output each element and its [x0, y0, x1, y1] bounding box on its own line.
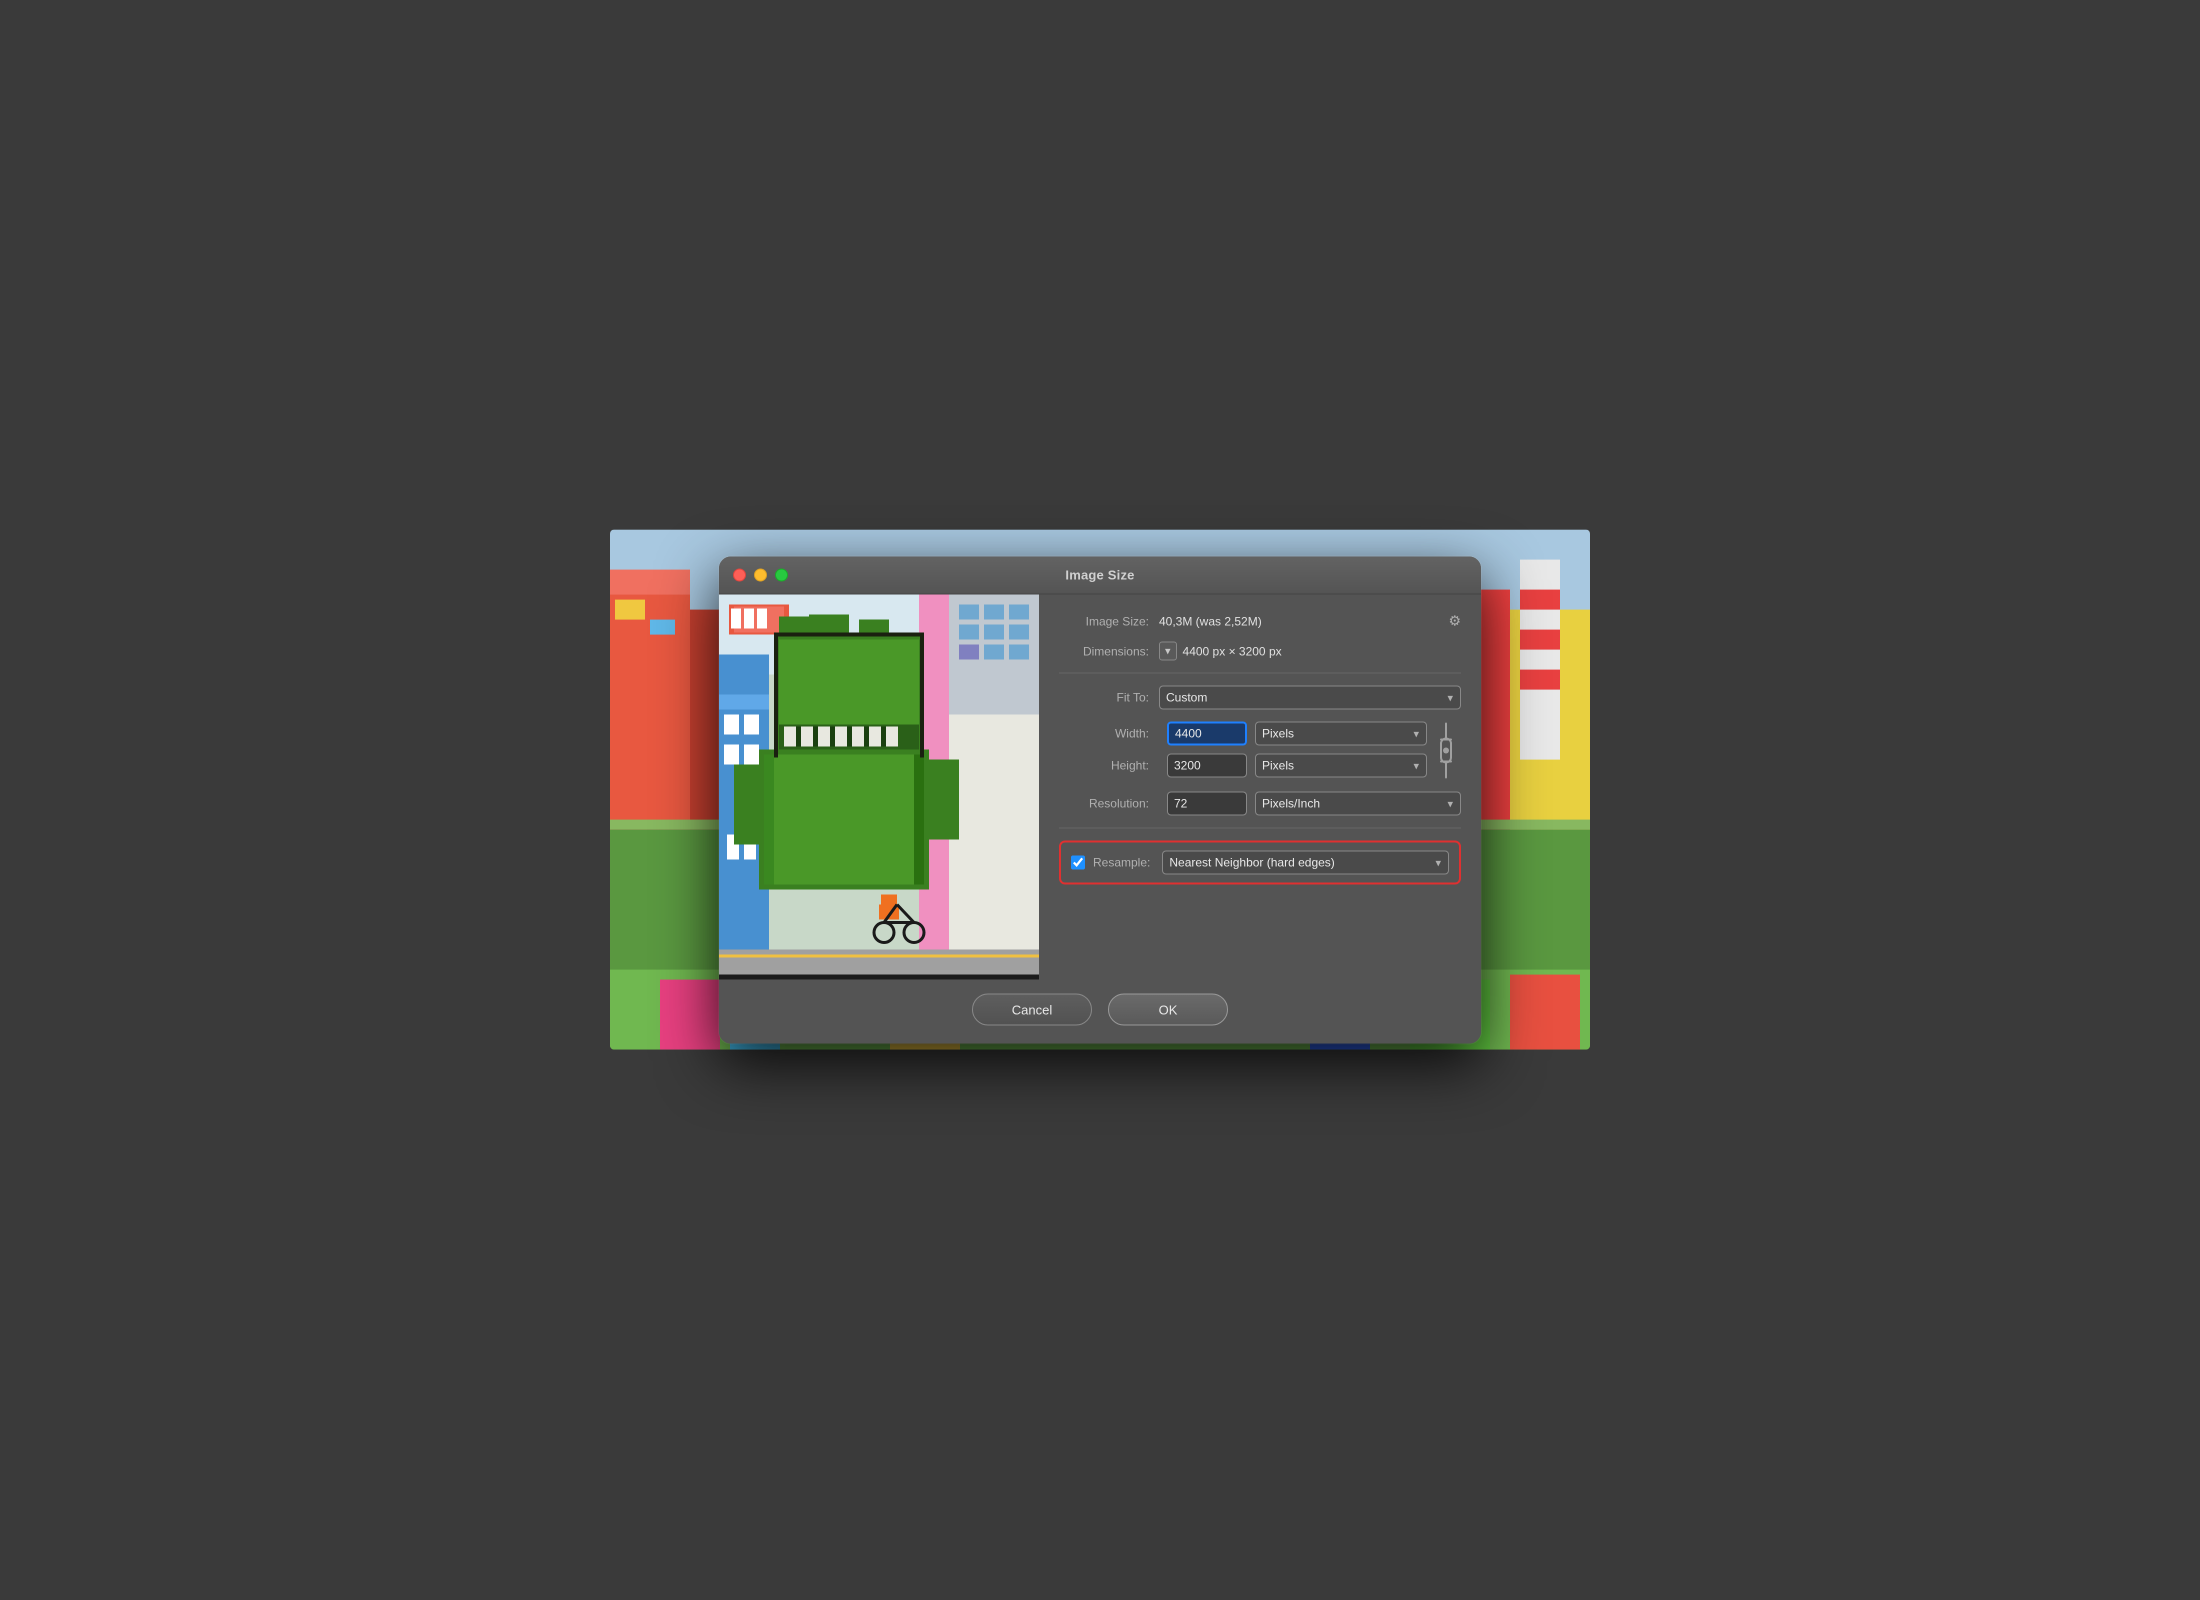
image-size-row: Image Size: 40,3M (was 2,52M) ⚙ — [1059, 613, 1461, 630]
dimensions-row: Dimensions: ▾ 4400 px × 3200 px — [1059, 642, 1461, 661]
image-size-label: Image Size: — [1059, 614, 1159, 628]
dialog-content: Image Size: 40,3M (was 2,52M) ⚙ Dimensio… — [719, 595, 1481, 980]
fit-to-select-wrapper[interactable]: Custom Original Size Letter (8 x 10 in) … — [1159, 686, 1461, 710]
resolution-input[interactable] — [1167, 792, 1247, 816]
maximize-button[interactable] — [775, 569, 788, 582]
height-row: Height: Pixels Inches cm ▾ — [1059, 754, 1427, 778]
resolution-unit-wrapper[interactable]: Pixels/Inch Pixels/cm ▾ — [1255, 792, 1461, 816]
divider-2 — [1059, 828, 1461, 829]
width-unit-select[interactable]: Pixels Inches cm — [1255, 722, 1427, 746]
preview-image — [719, 595, 1039, 975]
traffic-lights — [733, 569, 788, 582]
wh-section: Width: Pixels Inches cm ▾ — [1059, 722, 1461, 780]
resample-select[interactable]: Nearest Neighbor (hard edges) Bilinear B… — [1162, 851, 1449, 875]
dimensions-badge[interactable]: ▾ — [1159, 642, 1177, 661]
dialog-title: Image Size — [1065, 568, 1134, 583]
cancel-button[interactable]: Cancel — [972, 994, 1092, 1026]
dimensions-value: 4400 px × 3200 px — [1183, 644, 1282, 658]
preview-panel — [719, 595, 1039, 980]
width-unit-wrapper[interactable]: Pixels Inches cm ▾ — [1255, 722, 1427, 746]
close-button[interactable] — [733, 569, 746, 582]
settings-panel: Image Size: 40,3M (was 2,52M) ⚙ Dimensio… — [1039, 595, 1481, 980]
image-size-value: 40,3M (was 2,52M) — [1159, 614, 1448, 628]
width-label: Width: — [1059, 727, 1159, 741]
fit-to-label: Fit To: — [1059, 691, 1159, 705]
dialog-container: Image Size — [719, 557, 1481, 1044]
resample-row: Resample: Nearest Neighbor (hard edges) … — [1059, 841, 1461, 885]
resample-label: Resample: — [1093, 856, 1154, 870]
resample-checkbox[interactable] — [1071, 856, 1085, 870]
divider-1 — [1059, 673, 1461, 674]
height-unit-select[interactable]: Pixels Inches cm — [1255, 754, 1427, 778]
height-unit-wrapper[interactable]: Pixels Inches cm ▾ — [1255, 754, 1427, 778]
ok-button[interactable]: OK — [1108, 994, 1228, 1026]
height-input[interactable] — [1167, 754, 1247, 778]
resample-select-wrapper[interactable]: Nearest Neighbor (hard edges) Bilinear B… — [1162, 851, 1449, 875]
height-label: Height: — [1059, 759, 1159, 773]
width-row: Width: Pixels Inches cm ▾ — [1059, 722, 1427, 746]
resolution-unit-select[interactable]: Pixels/Inch Pixels/cm — [1255, 792, 1461, 816]
chain-link-icon — [1437, 722, 1455, 780]
gear-icon[interactable]: ⚙ — [1448, 613, 1461, 630]
resolution-row: Resolution: Pixels/Inch Pixels/cm ▾ — [1059, 792, 1461, 816]
resolution-label: Resolution: — [1059, 797, 1159, 811]
dimensions-label: Dimensions: — [1059, 644, 1159, 658]
dialog-buttons: Cancel OK — [719, 980, 1481, 1044]
title-bar: Image Size — [719, 557, 1481, 595]
dimensions-value-group: ▾ 4400 px × 3200 px — [1159, 642, 1461, 661]
fit-to-row: Fit To: Custom Original Size Letter (8 x… — [1059, 686, 1461, 710]
width-input[interactable] — [1167, 722, 1247, 746]
image-size-dialog: Image Size — [719, 557, 1481, 1044]
fit-to-select[interactable]: Custom Original Size Letter (8 x 10 in) — [1159, 686, 1461, 710]
wh-fields: Width: Pixels Inches cm ▾ — [1059, 722, 1427, 780]
link-bracket-icon — [1431, 722, 1461, 780]
minimize-button[interactable] — [754, 569, 767, 582]
